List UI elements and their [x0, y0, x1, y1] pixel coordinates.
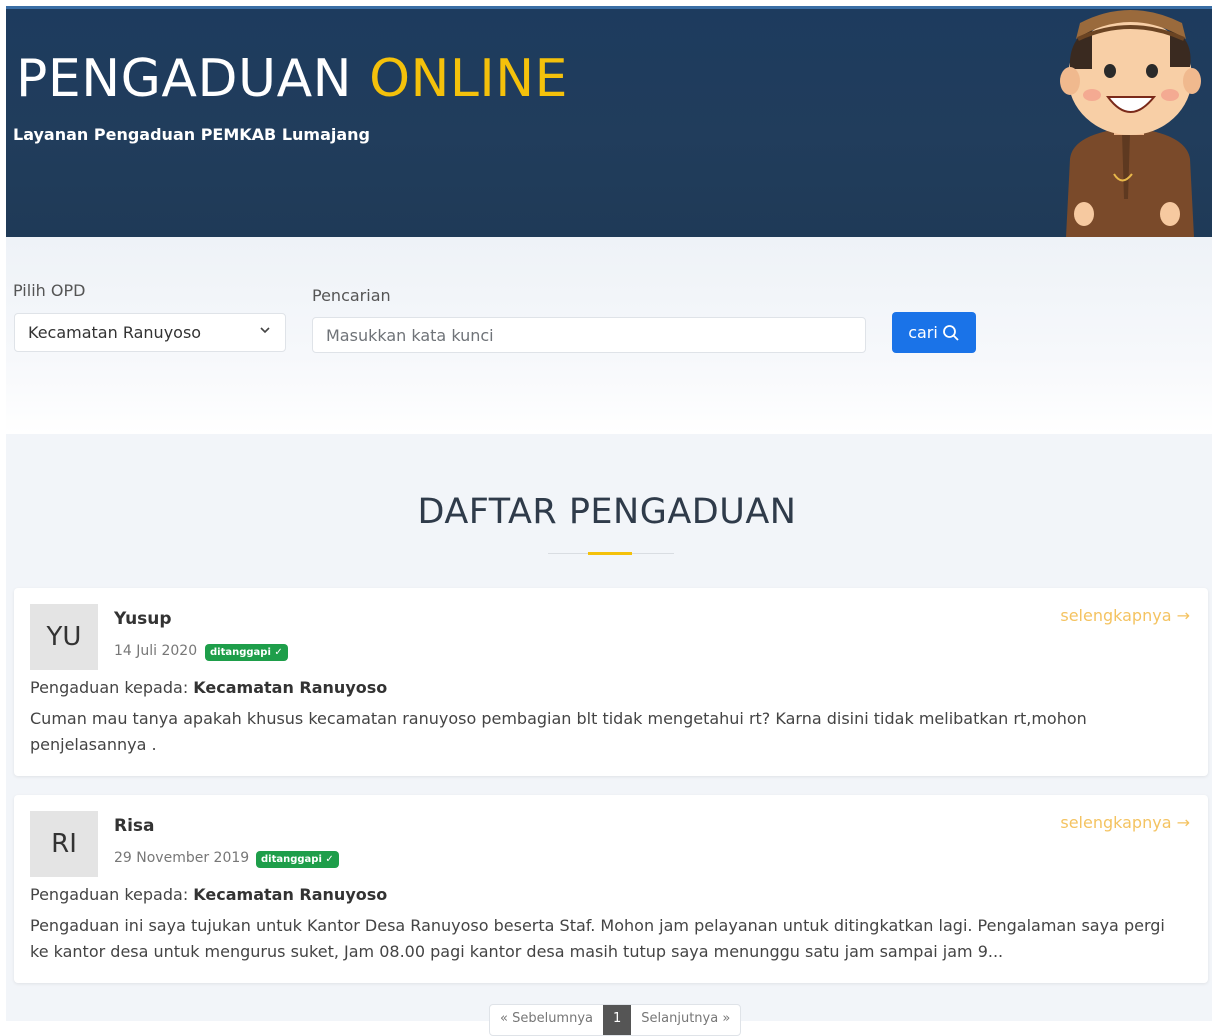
search-button-label: cari — [908, 323, 938, 342]
mascot-illustration — [1060, 10, 1201, 237]
recipient-prefix: Pengaduan kepada: — [30, 678, 189, 697]
status-badge: ditanggapi ✓ — [256, 851, 339, 868]
site-title: PENGADUAN ONLINE — [16, 49, 568, 109]
recipient-name: Kecamatan Ranuyoso — [193, 885, 388, 904]
read-more-link[interactable]: selengkapnya → — [1060, 813, 1190, 832]
complainant-name: Yusup — [114, 609, 172, 629]
complaint-recipient: Pengaduan kepada: Kecamatan Ranuyoso — [30, 678, 387, 697]
recipient-name: Kecamatan Ranuyoso — [193, 678, 388, 697]
complaint-recipient: Pengaduan kepada: Kecamatan Ranuyoso — [30, 885, 387, 904]
pagination-prev[interactable]: « Sebelumnya — [490, 1005, 603, 1035]
search-button[interactable]: cari — [892, 312, 976, 353]
complaint-card: RI Risa 29 November 2019 ditanggapi ✓ se… — [14, 795, 1208, 983]
complaint-date: 14 Juli 2020 — [114, 643, 198, 659]
complaint-text: Pengaduan ini saya tujukan untuk Kantor … — [30, 916, 1165, 961]
search-label: Pencarian — [312, 286, 391, 305]
section-title: DAFTAR PENGADUAN — [417, 492, 797, 532]
site-title-main: PENGADUAN — [16, 49, 353, 109]
status-badge: ditanggapi ✓ — [205, 644, 288, 661]
opd-select[interactable]: Kecamatan Ranuyoso — [14, 313, 286, 352]
chevron-down-icon — [260, 327, 270, 334]
search-icon — [942, 324, 959, 341]
complainant-name: Risa — [114, 816, 155, 836]
site-tagline: Layanan Pengaduan PEMKAB Lumajang — [13, 125, 370, 144]
complaint-text: Cuman mau tanya apakah khusus kecamatan … — [30, 709, 1087, 754]
pagination: « Sebelumnya 1 Selanjutnya » — [489, 1004, 742, 1036]
pagination-next[interactable]: Selanjutnya » — [631, 1005, 740, 1035]
search-input[interactable] — [312, 317, 866, 353]
opd-label: Pilih OPD — [13, 281, 86, 300]
recipient-prefix: Pengaduan kepada: — [30, 885, 189, 904]
pagination-current-page[interactable]: 1 — [603, 1005, 632, 1035]
site-title-accent: ONLINE — [369, 49, 568, 109]
avatar: YU — [30, 604, 98, 670]
complaint-card: YU Yusup 14 Juli 2020 ditanggapi ✓ selen… — [14, 588, 1208, 776]
read-more-link[interactable]: selengkapnya → — [1060, 606, 1190, 625]
avatar: RI — [30, 811, 98, 877]
opd-selected-value: Kecamatan Ranuyoso — [28, 323, 202, 342]
complaint-date: 29 November 2019 — [114, 850, 250, 866]
site-header: PENGADUAN ONLINE Layanan Pengaduan PEMKA… — [6, 6, 1212, 237]
title-accent-bar — [588, 552, 632, 555]
